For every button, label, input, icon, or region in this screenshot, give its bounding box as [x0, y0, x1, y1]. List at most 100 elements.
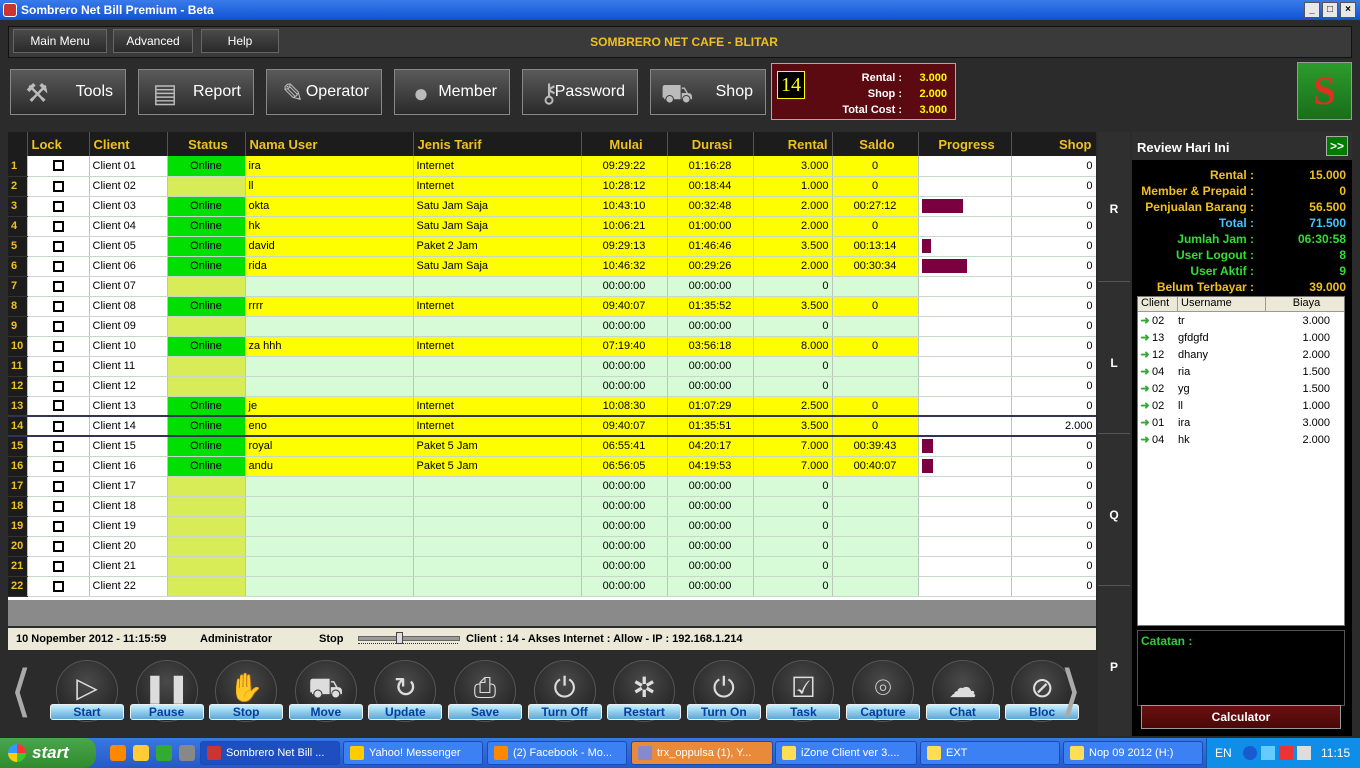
- maximize-button[interactable]: □: [1322, 2, 1338, 18]
- tab-q[interactable]: Q: [1098, 508, 1130, 522]
- turn-on-button[interactable]: ⏻ Turn On: [686, 660, 763, 728]
- lock-cell[interactable]: [27, 476, 90, 497]
- lock-checkbox[interactable]: [52, 180, 64, 192]
- turn-off-button[interactable]: ⏻ Turn Off: [527, 660, 604, 728]
- lock-checkbox[interactable]: [52, 340, 64, 352]
- table-row[interactable]: 6 Client 06 Online rida Satu Jam Saja 10:46:3…: [8, 256, 1096, 277]
- lock-cell[interactable]: [27, 356, 90, 377]
- col-saldo[interactable]: Saldo: [832, 132, 919, 156]
- sound-icon[interactable]: [1297, 746, 1311, 760]
- tab-l[interactable]: L: [1098, 356, 1130, 370]
- stop-slider[interactable]: [358, 632, 460, 644]
- notes-icon[interactable]: [133, 745, 149, 761]
- taskbar-task[interactable]: Sombrero Net Bill ...: [200, 741, 340, 765]
- update-button[interactable]: ↻ Update: [368, 660, 444, 728]
- lock-cell[interactable]: [27, 376, 90, 397]
- lock-checkbox[interactable]: [52, 360, 64, 372]
- lock-cell[interactable]: [27, 316, 90, 337]
- lock-cell[interactable]: [27, 156, 90, 177]
- tab-p[interactable]: P: [1098, 660, 1130, 674]
- lock-checkbox[interactable]: [52, 580, 64, 592]
- table-row[interactable]: 14 Client 14 Online eno Internet 09:40:07 01:3…: [8, 415, 1096, 437]
- table-row[interactable]: 16 Client 16 Online andu Paket 5 Jam 06:56:05…: [8, 456, 1096, 477]
- col-client[interactable]: Client: [89, 132, 168, 156]
- lock-checkbox[interactable]: [52, 280, 64, 292]
- table-row[interactable]: 13 Client 13 Online je Internet 10:08:30 01:07…: [8, 396, 1096, 417]
- lock-cell[interactable]: [27, 396, 90, 417]
- list-item[interactable]: ➜ 13 gfdgfd 1.000: [1138, 329, 1344, 346]
- table-row[interactable]: 19 Client 19 00:00:00 00:00:00 0 0: [8, 516, 1096, 537]
- col-rental[interactable]: Rental: [753, 132, 833, 156]
- password-button[interactable]: ⚷ Password: [522, 69, 638, 115]
- move-button[interactable]: ⛟ Move: [288, 660, 365, 728]
- taskbar-task[interactable]: (2) Facebook - Mo...: [487, 741, 627, 765]
- log-col-username[interactable]: Username: [1178, 297, 1266, 311]
- start-button[interactable]: start: [0, 738, 96, 768]
- chrome-icon[interactable]: [156, 745, 172, 761]
- lock-cell[interactable]: [27, 196, 90, 217]
- lock-checkbox[interactable]: [52, 380, 64, 392]
- lock-checkbox[interactable]: [52, 220, 64, 232]
- lock-checkbox[interactable]: [52, 560, 64, 572]
- table-row[interactable]: 4 Client 04 Online hk Satu Jam Saja 10:06:21 0…: [8, 216, 1096, 237]
- language-indicator[interactable]: EN: [1215, 746, 1232, 760]
- lock-checkbox[interactable]: [52, 500, 64, 512]
- lock-checkbox[interactable]: [52, 460, 64, 472]
- close-button[interactable]: ×: [1340, 2, 1356, 18]
- col-progress[interactable]: Progress: [918, 132, 1012, 156]
- table-row[interactable]: 17 Client 17 00:00:00 00:00:00 0 0: [8, 476, 1096, 497]
- security-icon[interactable]: [1279, 746, 1293, 760]
- save-button[interactable]: ⎙ Save: [448, 660, 524, 728]
- taskbar-task[interactable]: iZone Client ver 3....: [775, 741, 917, 765]
- help-button[interactable]: Help: [201, 29, 279, 53]
- table-row[interactable]: 22 Client 22 00:00:00 00:00:00 0 0: [8, 576, 1096, 597]
- lock-checkbox[interactable]: [52, 480, 64, 492]
- table-row[interactable]: 12 Client 12 00:00:00 00:00:00 0 0: [8, 376, 1096, 397]
- lock-checkbox[interactable]: [52, 420, 64, 432]
- calculator-button[interactable]: Calculator: [1141, 705, 1341, 729]
- taskbar-task[interactable]: trx_oppulsa (1), Y...: [631, 741, 773, 765]
- lock-cell[interactable]: [27, 236, 90, 257]
- stop-button[interactable]: ✋ Stop: [209, 660, 285, 728]
- lock-cell[interactable]: [27, 456, 90, 477]
- task-button[interactable]: ☑ Task: [766, 660, 842, 728]
- lock-cell[interactable]: [27, 496, 90, 517]
- lock-cell[interactable]: [27, 556, 90, 577]
- lock-cell[interactable]: [27, 576, 90, 597]
- table-row[interactable]: 10 Client 10 Online za hhh Internet 07:19:40 0…: [8, 336, 1096, 357]
- restart-button[interactable]: ✲ Restart: [607, 660, 683, 728]
- capture-button[interactable]: ⌾ Capture: [846, 660, 922, 728]
- col-jenis-tarif[interactable]: Jenis Tarif: [413, 132, 582, 156]
- tab-r[interactable]: R: [1098, 202, 1130, 216]
- col-lock[interactable]: Lock: [27, 132, 90, 156]
- table-row[interactable]: 8 Client 08 Online rrrr Internet 09:40:07 01:3…: [8, 296, 1096, 317]
- lock-checkbox[interactable]: [52, 160, 64, 172]
- notes-box[interactable]: Catatan :: [1137, 630, 1345, 706]
- network-icon[interactable]: [1261, 746, 1275, 760]
- col-durasi[interactable]: Durasi: [667, 132, 754, 156]
- lock-cell[interactable]: [27, 415, 90, 437]
- firefox-icon[interactable]: [110, 745, 126, 761]
- table-row[interactable]: 2 Client 02 ll Internet 10:28:12 00:18:44 1.00…: [8, 176, 1096, 197]
- list-item[interactable]: ➜ 04 ria 1.500: [1138, 363, 1344, 380]
- misc-icon[interactable]: [179, 745, 195, 761]
- lock-cell[interactable]: [27, 176, 90, 197]
- taskbar-task[interactable]: Yahoo! Messenger: [343, 741, 483, 765]
- table-row[interactable]: 15 Client 15 Online royal Paket 5 Jam 06:55:4…: [8, 436, 1096, 457]
- log-col-biaya[interactable]: Biaya: [1266, 297, 1344, 311]
- lock-checkbox[interactable]: [52, 320, 64, 332]
- list-item[interactable]: ➜ 02 ll 1.000: [1138, 397, 1344, 414]
- lock-cell[interactable]: [27, 516, 90, 537]
- log-col-client[interactable]: Client: [1138, 297, 1178, 311]
- lock-cell[interactable]: [27, 276, 90, 297]
- review-expand-button[interactable]: >>: [1326, 136, 1348, 156]
- lock-checkbox[interactable]: [52, 440, 64, 452]
- lock-checkbox[interactable]: [52, 200, 64, 212]
- report-button[interactable]: ▤ Report: [138, 69, 254, 115]
- table-row[interactable]: 7 Client 07 00:00:00 00:00:00 0 0: [8, 276, 1096, 297]
- table-row[interactable]: 3 Client 03 Online okta Satu Jam Saja 10:43:1…: [8, 196, 1096, 217]
- list-item[interactable]: ➜ 04 hk 2.000: [1138, 431, 1344, 448]
- lock-cell[interactable]: [27, 436, 90, 457]
- taskbar-task[interactable]: Nop 09 2012 (H:): [1063, 741, 1203, 765]
- lock-cell[interactable]: [27, 296, 90, 317]
